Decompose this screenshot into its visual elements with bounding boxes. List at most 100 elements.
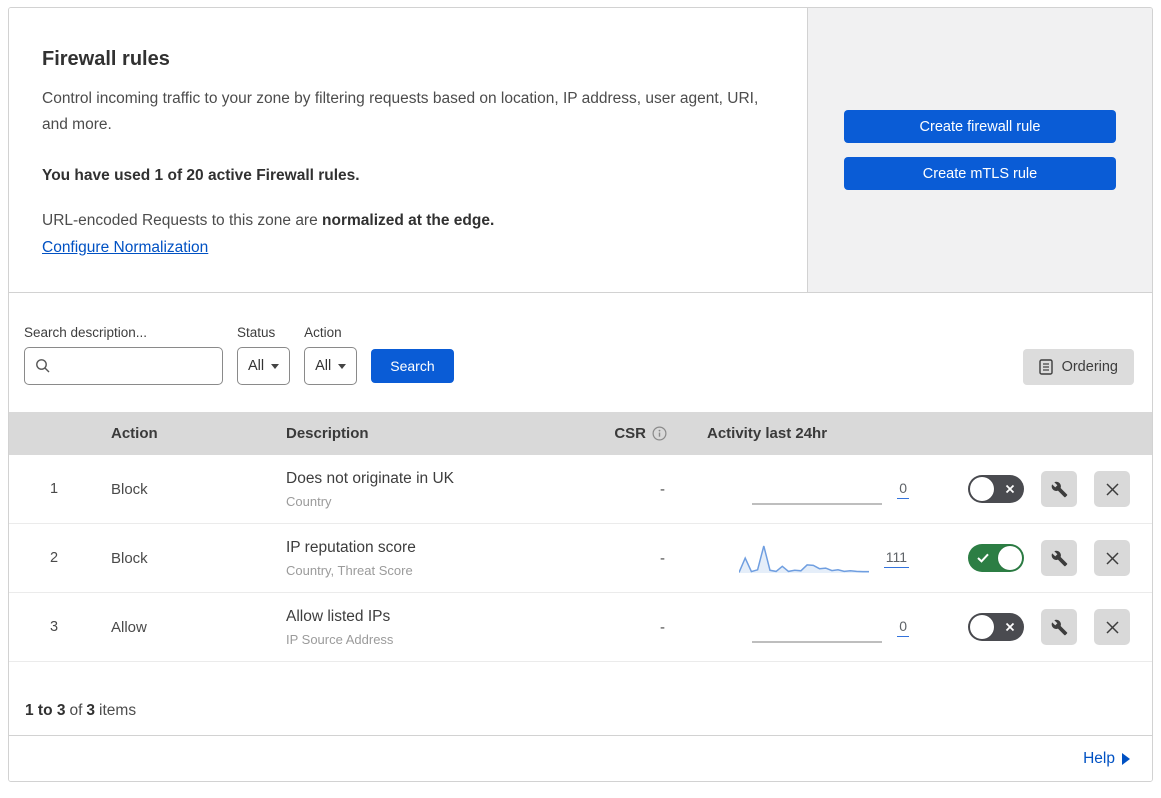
activity-sparkline	[738, 541, 869, 575]
status-select[interactable]: All	[237, 347, 291, 385]
wrench-icon	[1051, 619, 1068, 636]
table-row: 2 Block IP reputation score Country, Thr…	[9, 524, 1152, 593]
normalization-bold: normalized at the edge.	[322, 212, 495, 229]
row-fields-text: IP Source Address	[286, 632, 394, 647]
row-csr-value: -	[660, 549, 665, 567]
toggle-knob	[970, 615, 994, 639]
activity-count-link[interactable]: 111	[883, 549, 909, 568]
close-icon	[1105, 620, 1120, 635]
column-header-action: Action	[111, 425, 158, 442]
search-box	[24, 347, 223, 385]
intro-card: Firewall rules Control incoming traffic …	[9, 8, 808, 292]
activity-sparkline	[752, 472, 883, 506]
chevron-down-icon	[271, 363, 280, 369]
table-row: 1 Block Does not originate in UK Country…	[9, 455, 1152, 524]
search-icon	[35, 358, 51, 374]
x-icon	[1005, 484, 1015, 494]
items-label: items	[99, 702, 137, 719]
configure-normalization-link[interactable]: Configure Normalization	[42, 239, 208, 257]
enabled-toggle[interactable]	[968, 544, 1024, 572]
items-of-text: of	[69, 702, 83, 719]
row-fields-text: Country, Threat Score	[286, 563, 413, 578]
close-icon	[1105, 551, 1120, 566]
items-count: 1 to 3 of 3 items	[9, 662, 1152, 736]
search-input[interactable]	[24, 347, 223, 385]
firewall-rules-page: Firewall rules Control incoming traffic …	[8, 7, 1153, 782]
row-action: Block	[111, 549, 148, 567]
ordering-button-label: Ordering	[1061, 359, 1118, 375]
enabled-toggle[interactable]	[968, 613, 1024, 641]
delete-rule-button[interactable]	[1094, 471, 1130, 507]
row-description-text: Allow listed IPs	[286, 608, 391, 625]
action-filter-group: Action All	[304, 325, 358, 385]
toggle-knob	[998, 546, 1022, 570]
search-description-label: Search description...	[24, 325, 148, 340]
create-firewall-rule-button[interactable]: Create firewall rule	[844, 110, 1116, 143]
row-csr-value: -	[660, 618, 665, 636]
table-header: Action Description CSR Activity last 24h…	[9, 412, 1152, 455]
row-csr-value: -	[660, 480, 665, 498]
row-fields-text: Country	[286, 494, 332, 509]
status-filter-group: Status All	[237, 325, 291, 385]
delete-rule-button[interactable]	[1094, 540, 1130, 576]
help-arrow-icon	[1122, 752, 1130, 765]
wrench-icon	[1051, 481, 1068, 498]
edit-rule-button[interactable]	[1041, 540, 1077, 576]
header-section: Firewall rules Control incoming traffic …	[9, 8, 1152, 293]
column-header-activity: Activity last 24hr	[707, 425, 828, 442]
enabled-toggle[interactable]	[968, 475, 1024, 503]
row-activity-cell: 111	[669, 541, 909, 575]
row-priority: 1	[49, 481, 59, 497]
delete-rule-button[interactable]	[1094, 609, 1130, 645]
row-action: Allow	[111, 618, 147, 636]
activity-sparkline	[752, 610, 883, 644]
row-priority: 3	[49, 619, 59, 635]
row-description-text: Does not originate in UK	[286, 470, 455, 487]
ordering-list-icon	[1038, 359, 1053, 375]
activity-count-link[interactable]: 0	[897, 480, 909, 499]
page-title: Firewall rules	[42, 48, 170, 70]
search-button[interactable]: Search	[371, 349, 454, 383]
normalization-text: URL-encoded Requests to this zone are	[42, 212, 318, 229]
filter-bar: Search description... Status All Action …	[9, 293, 1152, 412]
ordering-button[interactable]: Ordering	[1022, 349, 1134, 385]
action-select[interactable]: All	[304, 347, 358, 385]
row-description-text: IP reputation score	[286, 539, 416, 556]
column-header-csr: CSR	[614, 425, 669, 442]
table-row: 3 Allow Allow listed IPs IP Source Addre…	[9, 593, 1152, 662]
intro-description: Control incoming traffic to your zone by…	[42, 90, 759, 133]
action-label: Action	[304, 325, 342, 340]
csr-header-label: CSR	[614, 425, 646, 442]
chevron-down-icon	[338, 363, 347, 369]
row-controls	[909, 540, 1152, 576]
usage-notice: You have used 1 of 20 active Firewall ru…	[42, 167, 360, 184]
row-description: Allow listed IPs IP Source Address	[274, 607, 574, 647]
status-select-value: All	[248, 358, 265, 374]
close-icon	[1105, 482, 1120, 497]
row-description: IP reputation score Country, Threat Scor…	[274, 538, 574, 578]
help-row: Help	[9, 736, 1152, 781]
check-icon	[977, 553, 989, 563]
search-group: Search description...	[24, 325, 223, 385]
status-label: Status	[237, 325, 276, 340]
info-icon[interactable]	[652, 426, 667, 441]
column-header-description: Description	[286, 425, 369, 442]
items-range: 1 to 3	[25, 702, 66, 719]
activity-count-link[interactable]: 0	[897, 618, 909, 637]
action-select-value: All	[315, 358, 332, 374]
normalization-note: URL-encoded Requests to this zone are no…	[42, 212, 771, 230]
row-activity-cell: 0	[669, 610, 909, 644]
row-controls	[909, 471, 1152, 507]
row-controls	[909, 609, 1152, 645]
row-priority: 2	[49, 550, 59, 566]
edit-rule-button[interactable]	[1041, 471, 1077, 507]
row-description: Does not originate in UK Country	[274, 469, 574, 509]
wrench-icon	[1051, 550, 1068, 567]
actions-panel: Create firewall rule Create mTLS rule	[808, 8, 1152, 292]
edit-rule-button[interactable]	[1041, 609, 1077, 645]
toggle-knob	[970, 477, 994, 501]
items-total: 3	[86, 702, 96, 719]
row-activity-cell: 0	[669, 472, 909, 506]
help-link[interactable]: Help	[1083, 750, 1115, 768]
create-mtls-rule-button[interactable]: Create mTLS rule	[844, 157, 1116, 190]
